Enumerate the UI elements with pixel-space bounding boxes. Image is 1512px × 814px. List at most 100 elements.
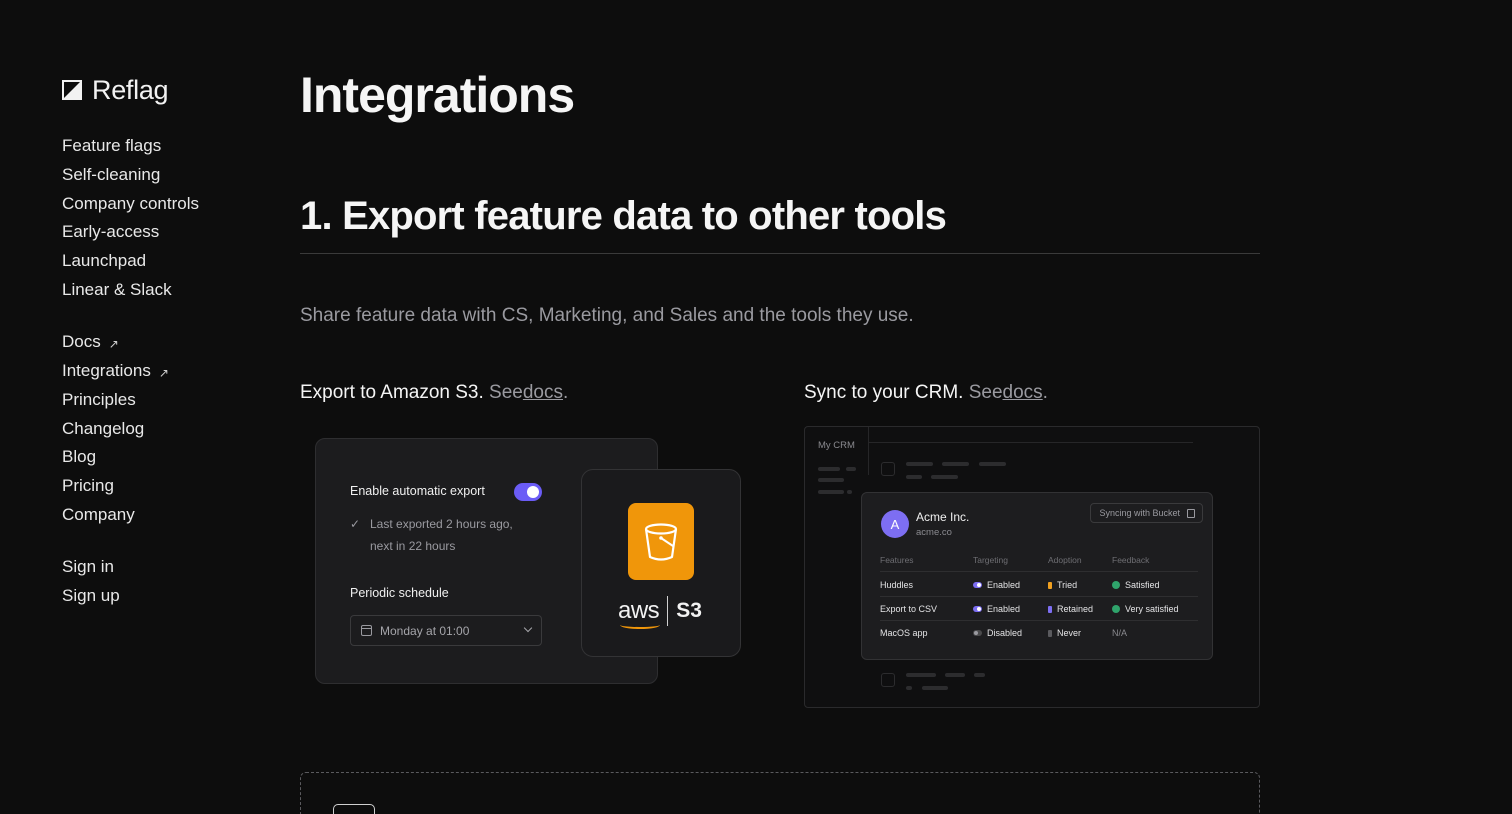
nav-item-linear-slack[interactable]: Linear & Slack [62, 275, 262, 304]
adoption-indicator-icon [1048, 581, 1052, 589]
check-icon: ✓ [350, 517, 361, 531]
schedule-value: Monday at 01:00 [380, 623, 470, 638]
sign-in-link[interactable]: Sign in [62, 553, 262, 582]
placeholder-checkbox [881, 673, 895, 687]
external-link-icon: ↗ [158, 366, 169, 381]
nav-item-integrations-label: Integrations [62, 361, 151, 381]
row-adoption-label: Tried [1057, 580, 1078, 590]
row-feedback-label: Very satisfied [1125, 604, 1179, 614]
chevron-down-icon [523, 623, 533, 633]
page-title: Integrations [300, 67, 575, 123]
column-header-features: Features [880, 555, 914, 565]
section-lead: Share feature data with CS, Marketing, a… [300, 305, 914, 326]
row-targeting: Enabled [973, 580, 1020, 590]
nav-item-early-access[interactable]: Early-access [62, 218, 262, 247]
placeholder-bar [906, 673, 936, 677]
sign-up-link[interactable]: Sign up [62, 582, 262, 611]
s3-docs-link[interactable]: docs [523, 382, 563, 403]
crm-title: My CRM [818, 440, 855, 451]
nav-item-blog[interactable]: Blog [62, 443, 262, 472]
placeholder-bar [979, 462, 1006, 466]
column-header-targeting: Targeting [973, 555, 1008, 565]
adoption-indicator-icon [1048, 629, 1052, 637]
crm-docs-link[interactable]: docs [1003, 382, 1043, 403]
row-adoption: Retained [1048, 604, 1093, 614]
crm-heading: Sync to your CRM. Seedocs. [804, 382, 1048, 404]
export-status-line2: next in 22 hours [370, 539, 456, 553]
export-status-line1: Last exported 2 hours ago, [370, 517, 513, 531]
s3-bucket-icon [628, 503, 694, 580]
company-domain: acme.co [916, 527, 952, 538]
row-adoption-label: Never [1057, 628, 1082, 638]
row-feature: Export to CSV [880, 604, 938, 614]
placeholder-bar [945, 673, 965, 677]
row-targeting-label: Enabled [987, 580, 1021, 590]
table-divider [880, 571, 1198, 572]
column-header-feedback: Feedback [1112, 555, 1150, 565]
row-feature: Huddles [880, 580, 914, 590]
crm-divider [868, 427, 869, 475]
toggle-on-icon [973, 606, 982, 612]
row-adoption: Tried [1048, 580, 1077, 590]
nav-item-company-controls[interactable]: Company controls [62, 189, 262, 218]
aws-s3-card: aws S3 [581, 469, 741, 657]
s3-logo-text: S3 [676, 599, 702, 622]
nav-auth: Sign in Sign up [62, 553, 262, 610]
crm-sync-card: My CRM A Acme Inc. acme.co Syncing with … [804, 426, 1260, 708]
placeholder-bar [942, 462, 969, 466]
placeholder-checkbox [881, 462, 895, 476]
nav-item-feature-flags[interactable]: Feature flags [62, 132, 262, 161]
nav-item-docs-label: Docs [62, 332, 101, 352]
aws-s3-logo: aws S3 [618, 596, 702, 629]
nav-item-principles[interactable]: Principles [62, 386, 262, 415]
brand-logo[interactable]: Reflag [62, 74, 262, 106]
nav-item-launchpad[interactable]: Launchpad [62, 247, 262, 276]
company-record: A Acme Inc. acme.co Syncing with Bucket … [861, 492, 1213, 660]
export-status: ✓ Last exported 2 hours ago, next in 22 … [350, 513, 540, 557]
s3-heading-period: . [563, 382, 569, 403]
column-header-adoption: Adoption [1048, 555, 1082, 565]
crm-divider [869, 442, 1193, 443]
sidebar: Reflag Feature flags Self-cleaning Compa… [62, 74, 262, 634]
nav-item-company[interactable]: Company [62, 500, 262, 529]
crm-heading-period: . [1042, 382, 1048, 403]
row-targeting-label: Enabled [987, 604, 1021, 614]
placeholder-bar [847, 490, 852, 494]
avatar: A [881, 510, 909, 538]
nav-item-docs[interactable]: Docs ↗ [62, 328, 262, 357]
placeholder-bar [906, 686, 912, 690]
placeholder-bar [931, 475, 958, 479]
row-feedback: Very satisfied [1112, 604, 1179, 614]
row-adoption: Never [1048, 628, 1081, 638]
smiley-icon [1112, 605, 1120, 613]
sync-status-badge[interactable]: Syncing with Bucket [1090, 503, 1203, 523]
smiley-icon [1112, 581, 1120, 589]
panel-icon [333, 804, 375, 814]
schedule-select[interactable]: Monday at 01:00 [350, 615, 542, 646]
aws-smile-icon [620, 621, 660, 629]
crm-heading-text: Sync to your CRM. [804, 382, 964, 403]
table-divider [880, 620, 1198, 621]
nav-primary: Feature flags Self-cleaning Company cont… [62, 132, 262, 304]
nav-item-self-cleaning[interactable]: Self-cleaning [62, 161, 262, 190]
auto-export-toggle[interactable] [514, 483, 542, 501]
table-divider [880, 596, 1198, 597]
external-link-icon: ↗ [108, 337, 119, 352]
calendar-icon [361, 625, 372, 636]
brand-name: Reflag [92, 74, 169, 105]
nav-item-integrations[interactable]: Integrations ↗ [62, 357, 262, 386]
row-feedback: N/A [1112, 628, 1128, 638]
row-targeting: Disabled [973, 628, 1022, 638]
reflag-logo-icon [62, 80, 82, 100]
company-name: Acme Inc. [916, 510, 970, 524]
nav-item-pricing[interactable]: Pricing [62, 472, 262, 501]
row-targeting: Enabled [973, 604, 1020, 614]
auto-export-label: Enable automatic export [350, 484, 485, 498]
placeholder-bar [818, 478, 844, 482]
adoption-indicator-icon [1048, 605, 1052, 613]
placeholder-bar [906, 462, 933, 466]
placeholder-bar [906, 475, 922, 479]
toggle-on-icon [973, 582, 982, 588]
nav-item-changelog[interactable]: Changelog [62, 414, 262, 443]
placeholder-bar [818, 467, 840, 471]
